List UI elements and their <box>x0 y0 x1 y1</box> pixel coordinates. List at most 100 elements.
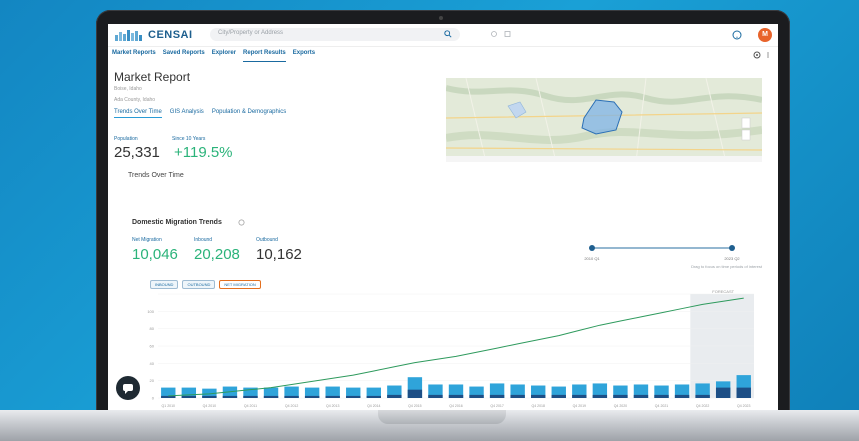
app-screen: CENSAI City/Property or Address M Market… <box>108 24 778 415</box>
slider-end-handle <box>729 245 735 251</box>
outbound-label: Outbound <box>256 237 278 243</box>
slider-end-label: 2023 Q2 <box>724 256 740 261</box>
nav-tabs: Market Reports Saved Reports Explorer Re… <box>112 48 315 62</box>
forecast-label: FORECAST <box>712 289 734 294</box>
avatar[interactable]: M <box>758 28 772 42</box>
y-tick-label: 20 <box>150 378 155 383</box>
bar-outbound <box>407 389 423 398</box>
logo[interactable]: CENSAI <box>114 27 206 43</box>
domestic-migration-title: Domestic Migration Trends <box>132 219 222 226</box>
bar-outbound <box>613 394 628 398</box>
net-migration-line <box>168 297 744 397</box>
bar-outbound <box>633 394 649 398</box>
search-icon[interactable] <box>444 30 452 38</box>
x-tick-label: Q4 2019 <box>573 404 586 408</box>
slider-caption: Drag to focus on time periods of interes… <box>691 264 762 269</box>
brand-name: CENSAI <box>148 29 193 41</box>
x-tick-label: Q4 2023 <box>737 404 750 408</box>
x-tick-label: Q4 2015 <box>408 404 421 408</box>
censai-logo-icon <box>115 30 142 41</box>
y-tick-label: 100 <box>147 309 154 314</box>
section-title: Trends Over Time <box>128 172 184 179</box>
x-tick-label: Q4 2022 <box>696 404 709 408</box>
y-tick-label: 60 <box>150 344 155 349</box>
tab-population-demographics[interactable]: Population & Demographics <box>212 109 286 118</box>
growth-label: Since 10 Years <box>172 136 206 142</box>
bar-outbound <box>263 395 279 398</box>
inbound-value: 20,208 <box>194 246 240 263</box>
tab-explorer[interactable]: Explorer <box>212 48 236 62</box>
x-tick-label: Q4 2018 <box>531 404 544 408</box>
camera-icon <box>439 16 443 20</box>
bar-outbound <box>428 394 443 398</box>
bar-outbound <box>448 394 464 398</box>
bar-outbound <box>284 395 299 398</box>
y-tick-label: 80 <box>150 326 155 331</box>
search-input[interactable]: City/Property or Address <box>210 28 460 41</box>
page-title: Market Report <box>114 70 191 84</box>
x-tick-label: Q4 2011 <box>244 404 257 408</box>
population-value: 25,331 <box>114 144 160 161</box>
x-tick-label: Q4 2013 <box>326 404 339 408</box>
app-bar: CENSAI City/Property or Address M <box>108 24 778 47</box>
bar-outbound <box>695 394 710 398</box>
bar-outbound <box>387 394 402 398</box>
bar-outbound <box>592 394 608 398</box>
bar-outbound <box>202 395 217 398</box>
y-tick-label: 40 <box>150 361 155 366</box>
region-map[interactable] <box>446 78 762 162</box>
slider-start-handle <box>589 245 595 251</box>
bar-outbound <box>181 395 197 398</box>
bar-outbound <box>489 394 505 398</box>
x-tick-label: Q4 2014 <box>367 404 380 408</box>
report-tabs: Trends Over Time GIS Analysis Population… <box>114 109 286 118</box>
bar-outbound <box>531 394 546 398</box>
tab-report-results[interactable]: Report Results <box>243 48 286 62</box>
x-tick-label: Q4 2016 <box>449 404 462 408</box>
x-tick-label: Q4 2012 <box>285 404 298 408</box>
slider-start-label: 2010 Q1 <box>584 256 600 261</box>
inbound-label: Inbound <box>194 237 213 243</box>
bar-outbound <box>325 395 340 398</box>
user-area: M <box>732 27 772 43</box>
search-placeholder: City/Property or Address <box>218 30 284 36</box>
population-label: Population <box>114 136 138 142</box>
x-tick-label: Q4 2020 <box>614 404 627 408</box>
location-subtitle: Boise, Idaho <box>114 86 142 92</box>
bar-outbound <box>551 394 566 398</box>
x-tick-label: Q4 2010 <box>203 404 216 408</box>
x-tick-label: Q4 2021 <box>655 404 668 408</box>
bar-outbound <box>674 394 690 398</box>
help-icon[interactable] <box>732 30 742 40</box>
tab-gis-analysis[interactable]: GIS Analysis <box>170 109 204 118</box>
laptop-notch <box>378 410 506 424</box>
bar-outbound <box>715 387 731 398</box>
bar-outbound <box>222 395 238 398</box>
toolbar-icons[interactable] <box>480 29 520 39</box>
info-icon[interactable] <box>238 219 245 226</box>
bar-outbound <box>572 394 587 398</box>
bar-outbound <box>304 395 320 398</box>
bar-outbound <box>736 387 751 398</box>
x-tick-label: Q4 2017 <box>490 404 503 408</box>
bar-outbound <box>510 394 525 398</box>
tab-trends-over-time[interactable]: Trends Over Time <box>114 109 162 118</box>
tab-saved-reports[interactable]: Saved Reports <box>163 48 205 62</box>
x-tick-label: Q1 2010 <box>162 404 175 408</box>
tab-exports[interactable]: Exports <box>293 48 315 62</box>
migration-chart[interactable]: FORECAST 100 80 60 40 20 0 Q1 2010 Q4 2010 Q4 201… <box>142 286 762 413</box>
chat-button[interactable] <box>116 376 140 400</box>
tab-market-reports[interactable]: Market Reports <box>112 48 156 62</box>
bar-outbound <box>346 395 361 398</box>
bar-outbound <box>161 395 176 398</box>
bar-outbound <box>654 394 669 398</box>
laptop-frame: CENSAI City/Property or Address M Market… <box>96 10 790 415</box>
y-tick-label: 0 <box>152 396 155 401</box>
chat-icon <box>123 384 133 394</box>
bar-outbound <box>469 394 484 398</box>
bar-outbound <box>366 395 381 398</box>
settings-icon[interactable] <box>752 50 772 60</box>
county-subtitle: Ada County, Idaho <box>114 97 156 103</box>
growth-value: +119.5% <box>174 144 233 161</box>
outbound-value: 10,162 <box>256 246 302 263</box>
